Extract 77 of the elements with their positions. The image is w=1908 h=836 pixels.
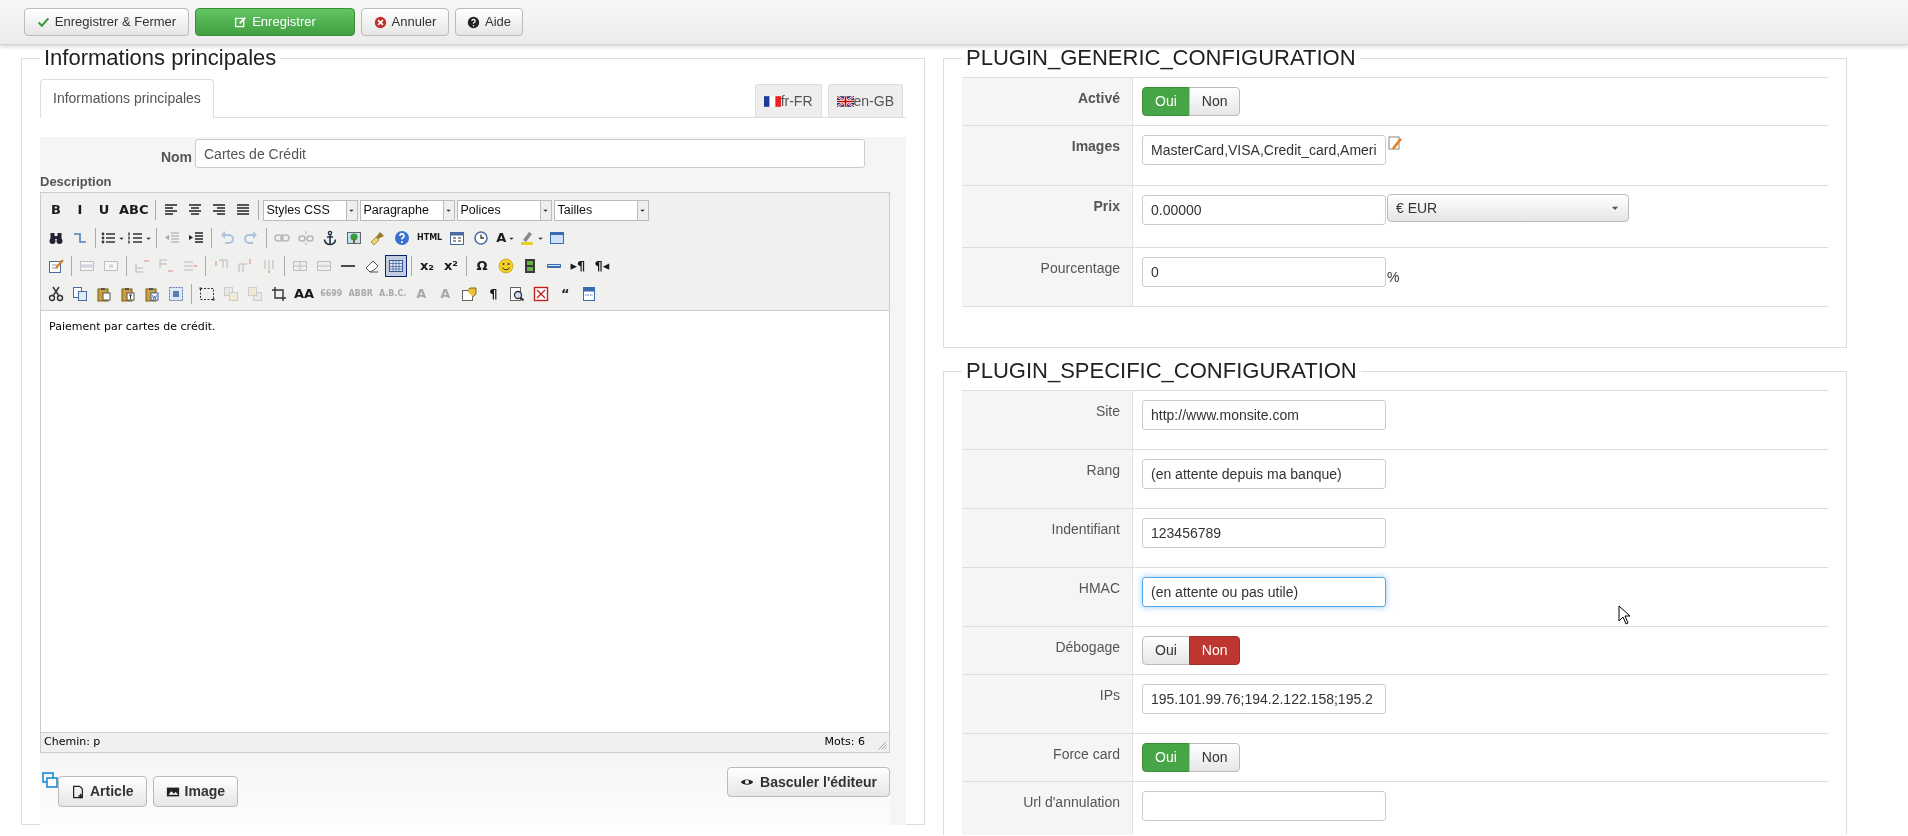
check-icon [36, 15, 50, 29]
text-field[interactable]: (en attente depuis ma banque) [1142, 459, 1386, 489]
smiley-icon[interactable] [495, 255, 517, 277]
toggle-option[interactable]: Oui [1142, 636, 1190, 665]
toolbar-button[interactable]: ABC [117, 199, 151, 221]
text-field[interactable]: Cartes de Crédit [195, 139, 865, 168]
field-label: Activé [1077, 89, 1120, 106]
field-label: Indentifiant [1051, 520, 1120, 537]
field-label: Description [40, 175, 113, 189]
toolbar-button[interactable]: x² [440, 255, 462, 277]
language-tab[interactable]: fr-FR [754, 84, 822, 117]
field-label: Force card [1053, 745, 1120, 762]
language-tab[interactable]: en-GB [827, 84, 903, 117]
field-label: Url d'annulation [1023, 793, 1120, 810]
toolbar-button[interactable]: Ω [471, 255, 493, 277]
highlighter-icon [519, 230, 536, 246]
toggle-editor-button[interactable]: Basculer l'éditeur [727, 767, 890, 797]
text-field[interactable]: 0.00000 [1142, 195, 1386, 225]
text-field[interactable]: 0 [1142, 257, 1386, 287]
tab[interactable]: Informations principales [40, 79, 214, 118]
toolbar-dropdown[interactable]: Styles CSS [262, 199, 358, 221]
toggle-option[interactable]: Non [1188, 87, 1241, 116]
cancel-icon [373, 15, 387, 29]
field-label: Nom [160, 148, 192, 167]
pencil-icon [1387, 135, 1403, 151]
toolbar-button[interactable]: ¶ [482, 283, 505, 305]
editor-text: Paiement par cartes de crédit. [49, 319, 217, 335]
toolbar-button[interactable]: HTML [415, 227, 445, 249]
text-field[interactable]: MasterCard,VISA,Credit_card,Ameri [1142, 135, 1386, 165]
toolbar-dropdown[interactable]: Tailles [553, 199, 649, 221]
toolbar-button[interactable]: AA [292, 283, 317, 305]
word-count: Mots: 6 [824, 734, 865, 751]
edit-icon [234, 15, 248, 29]
uk-flag-icon [836, 92, 854, 110]
text-field[interactable]: http://www.monsite.com [1142, 400, 1386, 430]
bullet-list-icon [100, 230, 116, 246]
currency-dropdown[interactable]: € EUR [1387, 194, 1629, 222]
field-label: IPs [1099, 686, 1120, 703]
field-label: HMAC [1078, 579, 1120, 596]
cancel-button[interactable]: Annuler [361, 8, 449, 36]
mouse-cursor-icon [1618, 605, 1632, 625]
section-title: Informations principales [43, 45, 278, 71]
element-path: Chemin: p [44, 734, 101, 751]
toolbar-button[interactable]: “ [554, 283, 577, 305]
text-field[interactable] [1142, 791, 1386, 821]
toolbar-button[interactable]: ▸¶ [567, 255, 589, 277]
help-icon [467, 15, 480, 29]
text-field[interactable]: (en attente ou pas utile) [1142, 577, 1386, 607]
toolbar-button[interactable]: A [494, 227, 518, 249]
windows-icon [42, 772, 58, 788]
toolbar-dropdown[interactable]: Polices [456, 199, 552, 221]
field-label: Pourcentage [1040, 259, 1120, 276]
toolbar-button[interactable]: ¶◂ [591, 255, 613, 277]
toolbar-dropdown[interactable]: Paragraphe [359, 199, 455, 221]
article-button[interactable]: Article [58, 776, 147, 807]
field-label: Prix [1093, 197, 1120, 214]
text-field[interactable]: 195.101.99.76;194.2.122.158;195.2 [1142, 684, 1386, 714]
document-plus-icon [71, 784, 85, 799]
table-grid-icon[interactable] [385, 255, 407, 277]
save-close-button[interactable]: Enregistrer & Fermer [24, 8, 189, 36]
numbered-list-icon [127, 230, 143, 246]
unit-label: % [1387, 268, 1400, 287]
text-field[interactable]: 123456789 [1142, 518, 1386, 548]
toolbar-button[interactable]: U [93, 199, 115, 221]
toolbar-button[interactable]: B [45, 199, 67, 221]
toolbar-button[interactable]: I [69, 199, 91, 221]
field-label: Rang [1086, 461, 1120, 478]
help-button[interactable]: Aide [455, 8, 523, 36]
field-label: Débogage [1055, 638, 1120, 655]
section-title: PLUGIN_GENERIC_CONFIGURATION [965, 45, 1357, 71]
field-label: Site [1095, 402, 1120, 419]
toolbar-button[interactable]: x₂ [416, 255, 438, 277]
section-title: PLUGIN_SPECIFIC_CONFIGURATION [965, 358, 1358, 384]
toggle-option[interactable]: Non [1188, 743, 1241, 772]
image-button[interactable]: Image [152, 776, 239, 807]
toggle-option[interactable]: Non [1188, 636, 1241, 665]
field-label: Images [1071, 137, 1120, 154]
